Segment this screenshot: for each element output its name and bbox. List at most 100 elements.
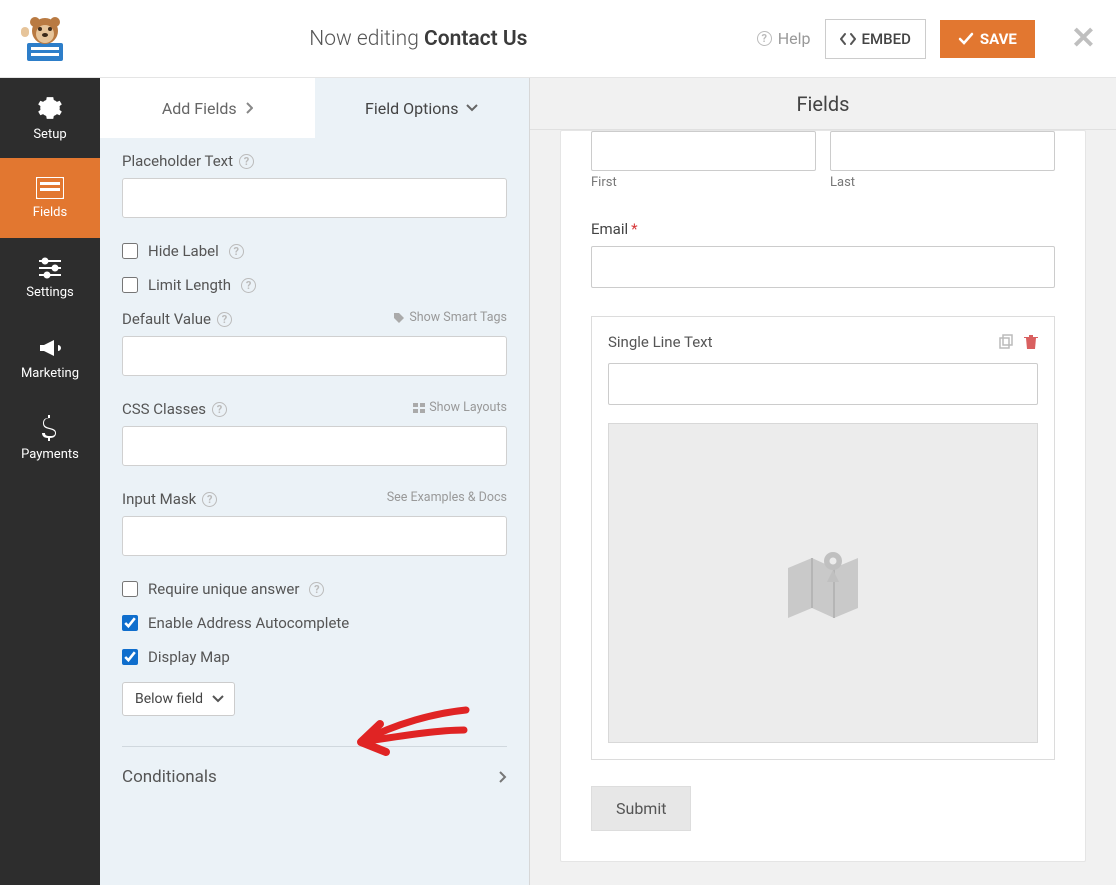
required-mark: * [631,220,637,238]
check-icon [958,32,974,46]
sidenav-label: Marketing [21,366,79,381]
sidenav-item-marketing[interactable]: Marketing [0,318,100,398]
label-placeholder: Placeholder Text [122,152,233,170]
help-icon[interactable]: ? [241,278,256,293]
help-link[interactable]: ? Help [757,29,811,48]
help-icon[interactable]: ? [202,492,217,507]
help-icon[interactable]: ? [239,154,254,169]
editing-prefix: Now editing [309,27,419,51]
canvas-title: Fields [797,92,850,116]
embed-label: EMBED [862,30,911,48]
check-enable-autocomplete[interactable]: Enable Address Autocomplete [122,614,507,632]
label-email: Email* [591,220,1055,238]
checkbox-enable-autocomplete[interactable] [122,615,138,631]
label-hide-label: Hide Label [148,242,219,260]
dollar-icon [42,415,58,441]
megaphone-icon [37,336,63,360]
panel-tabs: Add Fields Field Options [100,78,529,138]
close-button[interactable]: ✕ [1071,21,1096,56]
sublabel-last: Last [830,175,1055,190]
checkbox-require-unique[interactable] [122,581,138,597]
panel-body: Placeholder Text ? Hide Label ? Limit Le… [100,138,529,847]
sidenav-item-payments[interactable]: Payments [0,398,100,478]
sidenav-label: Setup [33,127,66,142]
tab-field-options[interactable]: Field Options [315,78,530,138]
sublabel-first: First [591,175,816,190]
selected-field[interactable]: Single Line Text [591,316,1055,760]
help-icon[interactable]: ? [229,244,244,259]
embed-button[interactable]: EMBED [825,19,926,59]
checkbox-display-map[interactable] [122,649,138,665]
sidenav-item-setup[interactable]: Setup [0,78,100,158]
label-conditionals: Conditionals [122,767,217,787]
checkbox-hide-label[interactable] [122,243,138,259]
tab-add-fields[interactable]: Add Fields [100,78,315,138]
app-logo [10,9,80,69]
top-bar: Now editing Contact Us ? Help EMBED SAVE… [0,0,1116,78]
submit-button[interactable]: Submit [591,786,691,831]
input-email[interactable] [591,246,1055,288]
input-default-value[interactable] [122,336,507,376]
map-placeholder [608,423,1038,743]
form-name: Contact Us [424,27,528,51]
tab-label: Field Options [365,99,458,118]
sidenav-item-fields[interactable]: Fields [0,158,100,238]
save-button[interactable]: SAVE [940,20,1035,58]
field-title: Single Line Text [608,333,713,351]
input-css-classes[interactable] [122,426,507,466]
sidenav-label: Payments [21,447,79,462]
label-require-unique: Require unique answer [148,580,299,598]
help-icon: ? [757,31,772,46]
trash-icon[interactable] [1024,334,1038,350]
help-icon[interactable]: ? [212,402,227,417]
canvas: Fields First Last Email* [530,78,1116,885]
editing-title: Now editing Contact Us [80,27,757,51]
tag-icon [393,312,405,324]
help-label: Help [778,29,811,48]
group-input-mask: Input Mask ? See Examples & Docs [122,490,507,556]
group-placeholder-text: Placeholder Text ? [122,152,507,218]
select-map-position[interactable]: Below field [122,682,235,716]
bear-logo-icon [17,13,73,65]
label-default-value: Default Value [122,310,211,328]
save-label: SAVE [980,30,1017,48]
check-require-unique[interactable]: Require unique answer ? [122,580,507,598]
group-css-classes: CSS Classes ? Show Layouts [122,400,507,466]
form-preview: First Last Email* Single Line Text [530,130,1116,892]
label-display-map: Display Map [148,648,230,666]
label-limit-length: Limit Length [148,276,231,294]
chevron-down-icon [466,104,478,112]
link-examples-docs[interactable]: See Examples & Docs [387,490,507,505]
name-fields: First Last [591,131,1055,190]
row-conditionals[interactable]: Conditionals [122,747,507,807]
sidenav-label: Fields [33,205,67,220]
chevron-right-icon [498,770,507,784]
chevron-right-icon [245,102,253,114]
check-hide-label[interactable]: Hide Label ? [122,242,507,260]
input-last-name[interactable] [830,131,1055,171]
label-input-mask: Input Mask [122,490,196,508]
check-limit-length[interactable]: Limit Length ? [122,276,507,294]
input-first-name[interactable] [591,131,816,171]
gear-icon [37,95,63,121]
label-enable-autocomplete: Enable Address Autocomplete [148,614,349,632]
preview-card: First Last Email* Single Line Text [560,130,1086,862]
link-smart-tags[interactable]: Show Smart Tags [393,310,507,325]
map-icon [778,543,868,623]
sidenav-label: Settings [26,285,73,300]
help-icon[interactable]: ? [217,312,232,327]
grid-icon [413,403,425,413]
help-icon[interactable]: ? [309,582,324,597]
label-css-classes: CSS Classes [122,400,206,418]
input-placeholder-text[interactable] [122,178,507,218]
input-single-line[interactable] [608,363,1038,405]
duplicate-icon[interactable] [998,334,1014,350]
tab-label: Add Fields [162,99,237,118]
checkbox-limit-length[interactable] [122,277,138,293]
sliders-icon [37,257,63,279]
check-display-map[interactable]: Display Map [122,648,507,666]
sidenav-item-settings[interactable]: Settings [0,238,100,318]
link-show-layouts[interactable]: Show Layouts [413,400,507,415]
input-input-mask[interactable] [122,516,507,556]
form-icon [36,177,64,199]
